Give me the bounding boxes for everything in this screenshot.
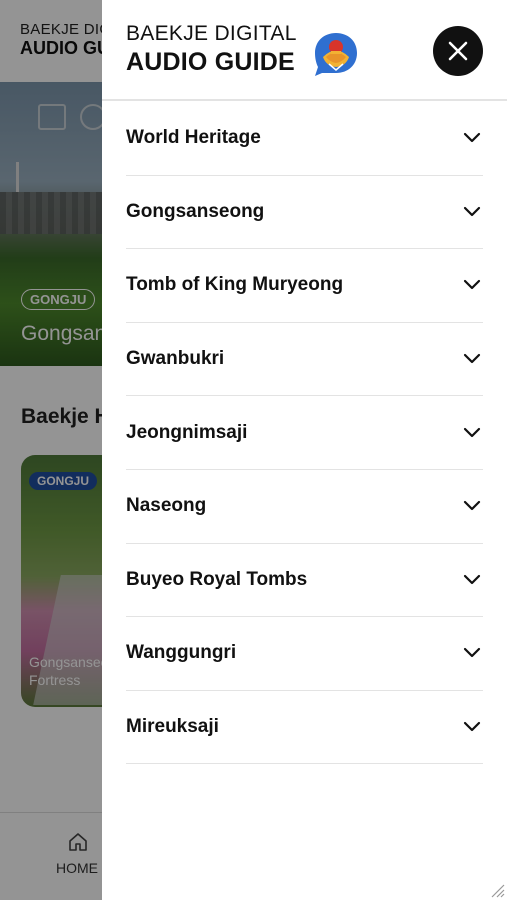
menu-item-wanggungri[interactable]: Wanggungri (126, 617, 483, 691)
menu-item-buyeo-royal-tombs[interactable]: Buyeo Royal Tombs (126, 544, 483, 618)
menu-item-label: Naseong (126, 495, 207, 517)
menu-item-gwanbukri[interactable]: Gwanbukri (126, 323, 483, 397)
menu-item-label: Tomb of King Muryeong (126, 274, 344, 296)
menu-item-naseong[interactable]: Naseong (126, 470, 483, 544)
menu-item-label: World Heritage (126, 127, 261, 149)
chevron-down-icon (463, 427, 481, 437)
menu-item-label: Jeongnimsaji (126, 421, 248, 443)
logo-line1: BAEKJE DIGITAL (126, 22, 297, 45)
logo-line2: AUDIO GUIDE (126, 48, 295, 76)
resize-handle-icon (491, 884, 505, 898)
menu-item-label: Gongsanseong (126, 200, 265, 222)
chevron-down-icon (463, 353, 481, 364)
chevron-down-icon (463, 721, 481, 732)
drawer-header: BAEKJE DIGITAL AUDIO GUIDE (102, 0, 507, 101)
menu-item-mireuksaji[interactable]: Mireuksaji (126, 691, 483, 765)
chevron-down-icon (463, 206, 481, 216)
menu-item-label: Wanggungri (126, 642, 237, 664)
chevron-down-icon (463, 133, 481, 143)
menu-item-gongsanseong[interactable]: Gongsanseong (126, 176, 483, 250)
menu-item-label: Buyeo Royal Tombs (126, 568, 308, 590)
menu-item-tomb-of-king-muryeong[interactable]: Tomb of King Muryeong (126, 249, 483, 323)
close-button[interactable] (433, 26, 483, 76)
logo-badge-icon (315, 33, 357, 76)
drawer-menu-list: World Heritage Gongsanseong Tomb of King… (126, 102, 483, 765)
chevron-down-icon (463, 501, 481, 511)
close-icon (448, 41, 468, 61)
menu-item-label: Mireuksaji (126, 716, 219, 738)
menu-item-jeongnimsaji[interactable]: Jeongnimsaji (126, 396, 483, 470)
navigation-drawer: BAEKJE DIGITAL AUDIO GUIDE World Heritag… (102, 0, 507, 900)
chevron-down-icon (463, 280, 481, 290)
chevron-down-icon (463, 648, 481, 658)
menu-item-world-heritage[interactable]: World Heritage (126, 102, 483, 176)
chevron-down-icon (463, 574, 481, 584)
menu-item-label: Gwanbukri (126, 348, 225, 370)
